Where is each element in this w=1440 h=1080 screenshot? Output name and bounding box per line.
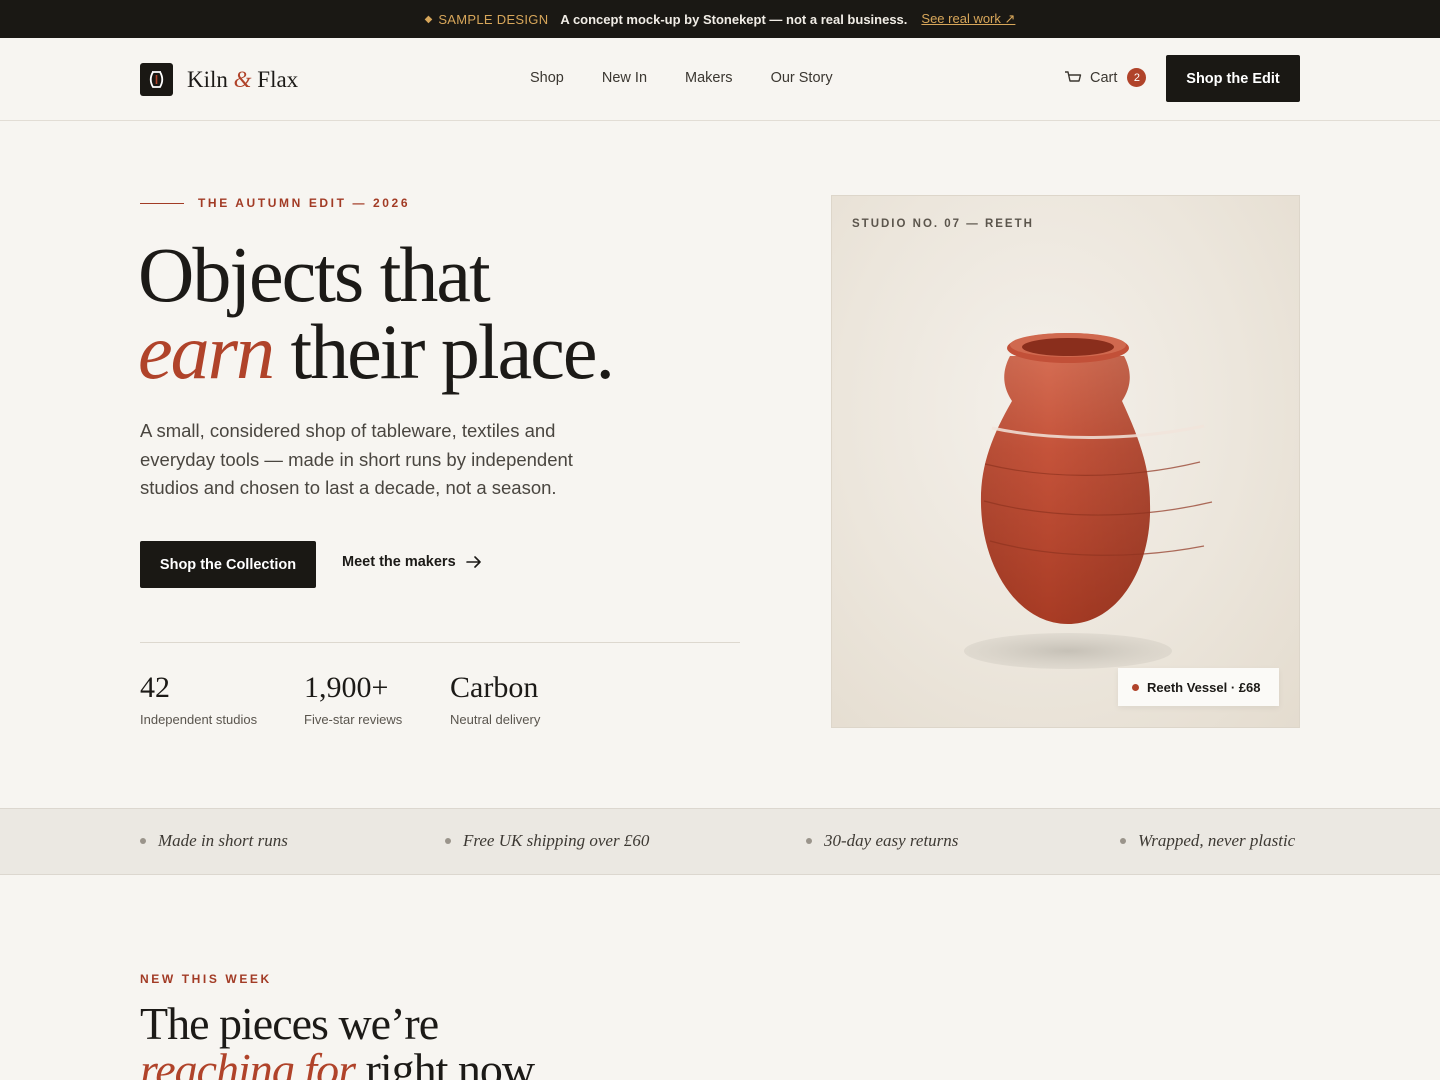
diamond-icon: ◆ [424, 13, 433, 25]
sample-banner: ◆ SAMPLE DESIGN A concept mock-up by Sto… [0, 0, 1440, 38]
hero-eyebrow: THE AUTUMN EDIT — 2026 [140, 196, 410, 210]
vase-illustration [964, 333, 1213, 669]
studio-label: STUDIO NO. 07 — REETH [852, 218, 1034, 230]
benefit-item: Free UK shipping over £60 [445, 831, 649, 851]
new-title-line-2: reaching for right now. [140, 1044, 543, 1080]
nav-shop[interactable]: Shop [530, 70, 564, 86]
stat-delivery: Carbon Neutral delivery [450, 668, 540, 727]
eyebrow-text: THE AUTUMN EDIT — 2026 [198, 196, 411, 210]
bullet-icon [445, 838, 451, 844]
benefit-text: 30-day easy returns [824, 831, 959, 850]
benefit-item: Made in short runs [140, 831, 288, 851]
benefit-text: Made in short runs [158, 831, 288, 850]
bullet-icon [1120, 838, 1126, 844]
stat-reviews: 1,900+ Five-star reviews [304, 668, 402, 727]
new-section-eyebrow: NEW THIS WEEK [140, 972, 272, 986]
hero-headline: Objects that earn their place. [138, 231, 615, 391]
main-nav: Shop New In Makers Our Story [530, 70, 833, 86]
stat-value: 42 [140, 671, 170, 704]
red-dot-icon [1132, 683, 1139, 691]
sample-tag: SAMPLE DESIGN [438, 11, 549, 27]
nav-our-story[interactable]: Our Story [771, 70, 833, 86]
benefit-text: Free UK shipping over £60 [463, 831, 650, 850]
cart-icon [1065, 70, 1082, 82]
stat-label: Five-star reviews [304, 712, 403, 727]
benefit-item: 30-day easy returns [806, 831, 958, 851]
headline-rest: their place. [272, 308, 614, 395]
new-section-title: The pieces we’re reaching for right now. [140, 998, 543, 1080]
shop-collection-button[interactable]: Shop the Collection [140, 541, 316, 588]
stat-label: Neutral delivery [450, 712, 541, 727]
new-title-rest: right now. [355, 1044, 543, 1080]
banner-message: A concept mock-up by Stonekept — not a r… [560, 11, 908, 27]
product-price-tag[interactable]: Reeth Vessel · £68 [1118, 668, 1279, 706]
see-real-work-link[interactable]: See real work ↗ [921, 11, 1015, 27]
logo[interactable]: Kiln & Flax [140, 63, 298, 96]
meet-makers-label: Meet the makers [342, 554, 456, 570]
headline-line-1: Objects that [138, 231, 491, 318]
nav-new-in[interactable]: New In [602, 70, 647, 86]
nav-makers[interactable]: Makers [685, 70, 733, 86]
featured-product-card[interactable]: STUDIO NO. 07 — REETH Reeth Vessel · £68 [831, 195, 1300, 728]
stat-studios: 42 Independent studios [140, 668, 257, 727]
hero-lede: A small, considered shop of tableware, t… [140, 420, 573, 498]
bullet-icon [140, 838, 146, 844]
shop-the-edit-button[interactable]: Shop the Edit [1166, 55, 1300, 102]
benefit-text: Wrapped, never plastic [1138, 831, 1296, 850]
arrow-right-icon [465, 556, 481, 568]
benefit-item: Wrapped, never plastic [1120, 831, 1295, 851]
cart-label: Cart [1090, 69, 1118, 86]
new-title-accent: reaching for [140, 1044, 356, 1080]
cart-count-badge: 2 [1127, 68, 1147, 87]
hero-divider [140, 642, 740, 643]
meet-the-makers-link[interactable]: Meet the makers [342, 554, 482, 570]
bullet-icon [806, 838, 812, 844]
product-name-price: Reeth Vessel · £68 [1147, 679, 1261, 695]
benefits-strip: Made in short runs Free UK shipping over… [0, 808, 1440, 875]
cart-button[interactable]: Cart 2 [1064, 68, 1147, 87]
vase-logo-icon [140, 63, 173, 96]
stat-value: 1,900+ [304, 671, 389, 704]
new-title-line-1: The pieces we’re [140, 998, 439, 1049]
site-header: Kiln & Flax Shop New In Makers Our Story… [0, 38, 1440, 121]
stat-label: Independent studios [140, 712, 258, 727]
brand-name: Kiln & Flax [187, 66, 299, 92]
eyebrow-rule [140, 202, 184, 204]
stat-value: Carbon [450, 671, 539, 704]
headline-line-2: earn their place. [138, 313, 615, 391]
headline-accent: earn [138, 308, 275, 395]
